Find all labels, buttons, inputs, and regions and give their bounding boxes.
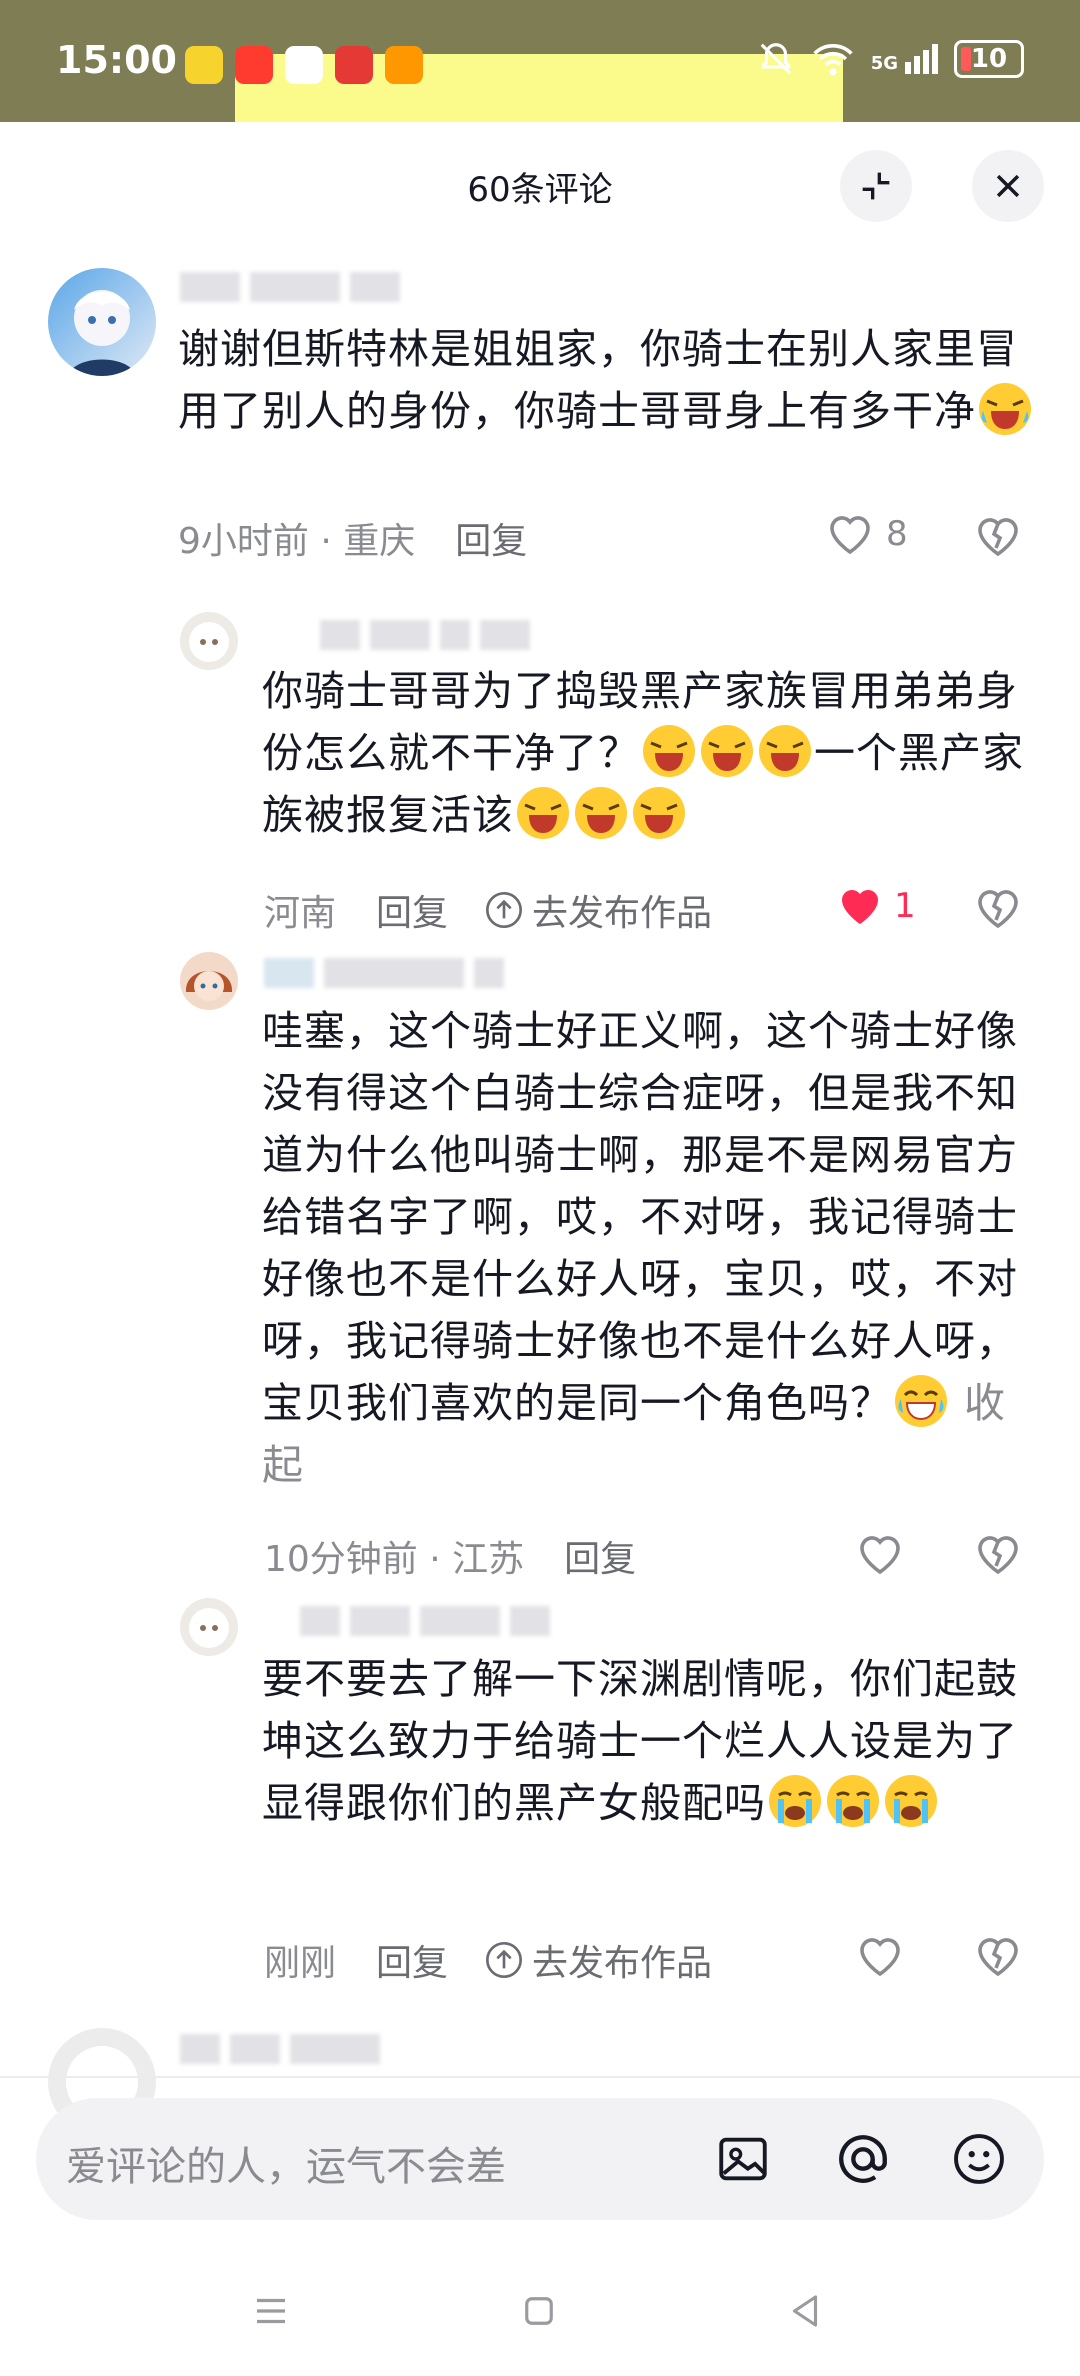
comment-sheet: 60条评论 谢谢但斯特林是姐姐家，你骑士在别人家里冒用了别人的身份，你骑士哥哥身… [0, 122, 1080, 2376]
blurred-username [264, 958, 504, 988]
like-button[interactable]: 8 [826, 512, 908, 556]
mention-at-icon[interactable] [834, 2130, 892, 2188]
comment-count-title: 60条评论 [467, 170, 613, 210]
collapse-arrows-icon [862, 172, 890, 200]
reply-button[interactable]: 回复 [376, 884, 448, 936]
like-button[interactable]: 1 [836, 884, 916, 928]
laughing-crying-emoji [701, 725, 753, 777]
dislike-broken-heart-icon[interactable] [974, 1934, 1022, 1978]
laughing-crying-emoji [575, 787, 627, 839]
like-heart-icon[interactable] [856, 1532, 904, 1576]
like-count: 1 [894, 886, 916, 926]
laughing-crying-emoji [979, 383, 1031, 435]
blurred-username [180, 272, 400, 302]
collapse-sheet-button[interactable] [840, 150, 912, 222]
close-button[interactable] [972, 150, 1044, 222]
dislike-broken-heart-icon[interactable] [974, 514, 1022, 558]
avatar-image [189, 622, 229, 662]
system-navigation-bar [0, 2260, 1080, 2376]
status-time: 15:00 [56, 38, 177, 82]
comment-text: 你骑士哥哥为了捣毁黑产家族冒用弟弟身份怎么就不干净了？ 一个黑产家族被报复活该 [262, 667, 1024, 839]
mute-icon [760, 43, 792, 75]
comment-meta: 10分钟前 · 江苏 回复 [264, 1530, 636, 1582]
app-notification-icon [185, 46, 223, 84]
battery-indicator: 10 [954, 40, 1024, 78]
heart-outline-icon [830, 516, 870, 555]
emoji-smile-icon[interactable] [950, 2130, 1008, 2188]
laughing-crying-emoji [643, 725, 695, 777]
like-count: 8 [886, 514, 908, 554]
blurred-username [300, 1606, 550, 1636]
home-square-icon[interactable] [518, 2290, 560, 2332]
anime-avatar-image [185, 971, 233, 1001]
comment-input-bar[interactable]: 爱评论的人，运气不会差 [36, 2098, 1044, 2220]
like-heart-icon[interactable] [856, 1934, 904, 1978]
dislike-broken-heart-icon[interactable] [974, 886, 1022, 930]
network-type: 5G [870, 53, 898, 74]
blurred-username [180, 2034, 380, 2064]
loudly-crying-emoji [885, 1775, 937, 1827]
notification-icons [185, 46, 423, 84]
dislike-broken-heart-icon[interactable] [974, 1532, 1022, 1576]
comment-meta: 9小时前 · 重庆 回复 [178, 512, 527, 564]
upload-circle-icon [486, 1942, 523, 1978]
heart-filled-icon [842, 890, 878, 924]
reply-button[interactable]: 回复 [455, 512, 527, 564]
app-notification-icon [285, 46, 323, 84]
comment-text: 要不要去了解一下深渊剧情呢，你们起鼓坤这么致力于给骑士一个烂人人设是为了显得跟你… [262, 1655, 1018, 1827]
status-indicators: 5G 10 [757, 40, 1024, 78]
comment-meta: 刚刚 回复 去发布作品 [264, 1934, 712, 1986]
laughing-crying-emoji [633, 787, 685, 839]
close-icon [996, 174, 1020, 198]
app-notification-icon [335, 46, 373, 84]
publish-work-button[interactable]: 去发布作品 [484, 1934, 712, 1986]
anime-avatar-image [68, 290, 136, 376]
reply-button[interactable]: 回复 [564, 1530, 636, 1582]
loudly-crying-emoji [827, 1775, 879, 1827]
avatar[interactable] [180, 1598, 238, 1656]
wifi-icon [813, 43, 853, 76]
menu-icon[interactable] [250, 2290, 292, 2332]
app-notification-icon [385, 46, 423, 84]
app-notification-icon [235, 46, 273, 84]
comment-meta: 河南 回复 去发布作品 [264, 884, 712, 936]
loudly-crying-emoji [769, 1775, 821, 1827]
back-triangle-icon[interactable] [784, 2290, 826, 2332]
laughing-crying-emoji [759, 725, 811, 777]
comment-text: 谢谢但斯特林是姐姐家，你骑士在别人家里冒用了别人的身份，你骑士哥哥身上有多干净 [178, 318, 1038, 442]
reply-button[interactable]: 回复 [376, 1934, 448, 1986]
avatar[interactable] [180, 612, 238, 670]
comment-input-placeholder[interactable]: 爱评论的人，运气不会差 [66, 2134, 506, 2192]
tears-of-joy-emoji [895, 1375, 947, 1427]
upload-circle-icon [486, 892, 523, 928]
image-icon[interactable] [714, 2130, 772, 2188]
avatar-image [189, 1608, 229, 1648]
status-bar: 15:00 5G 10 [0, 0, 1080, 122]
publish-work-button[interactable]: 去发布作品 [484, 884, 712, 936]
comment-text: 哇塞，这个骑士好正义啊，这个骑士好像没有得这个白骑士综合症呀，但是我不知道为什么… [262, 1007, 1018, 1489]
divider [0, 2076, 1080, 2078]
signal-icon: 5G [871, 44, 938, 74]
laughing-crying-emoji [517, 787, 569, 839]
avatar[interactable] [180, 952, 238, 1010]
blurred-username [320, 620, 530, 650]
avatar[interactable] [48, 268, 156, 376]
